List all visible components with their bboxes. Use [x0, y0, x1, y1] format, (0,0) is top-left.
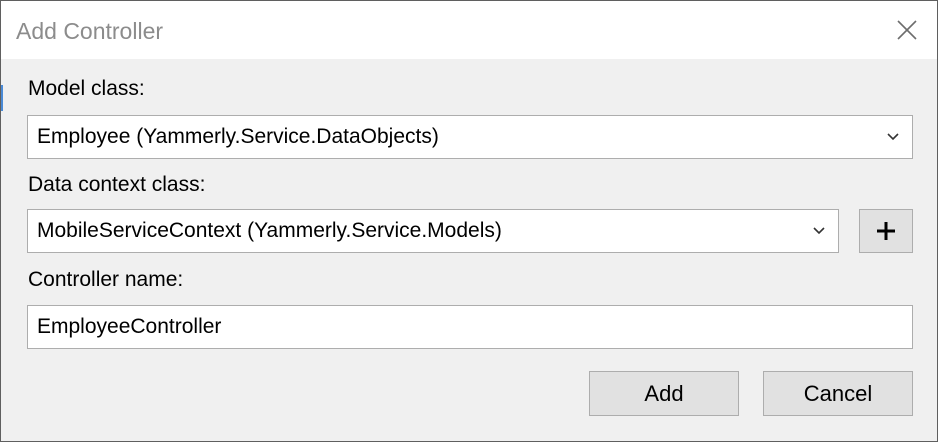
add-button[interactable]: Add [589, 371, 739, 416]
cancel-button[interactable]: Cancel [763, 371, 913, 416]
title-bar: Add Controller [1, 1, 937, 59]
data-context-class-label: Data context class: [28, 173, 206, 196]
focus-accent-bar [1, 85, 3, 111]
close-icon [897, 20, 917, 40]
data-context-class-selected-value: MobileServiceContext (Yammerly.Service.M… [37, 219, 502, 242]
controller-name-value: EmployeeController [37, 315, 222, 338]
controller-name-field[interactable]: EmployeeController [27, 305, 913, 349]
plus-icon [877, 222, 895, 240]
model-class-selected-value: Employee (Yammerly.Service.DataObjects) [37, 125, 439, 148]
add-data-context-button[interactable] [859, 209, 913, 253]
window-title: Add Controller [16, 18, 164, 44]
close-button[interactable] [891, 14, 923, 46]
model-class-dropdown[interactable]: Employee (Yammerly.Service.DataObjects) [27, 115, 913, 159]
chevron-down-icon [887, 133, 899, 141]
chevron-down-icon [813, 227, 825, 235]
data-context-class-dropdown[interactable]: MobileServiceContext (Yammerly.Service.M… [27, 209, 839, 253]
add-controller-dialog: Add Controller Model class: Employee (Ya… [0, 0, 938, 442]
model-class-label: Model class: [28, 77, 145, 100]
controller-name-label: Controller name: [28, 268, 184, 291]
